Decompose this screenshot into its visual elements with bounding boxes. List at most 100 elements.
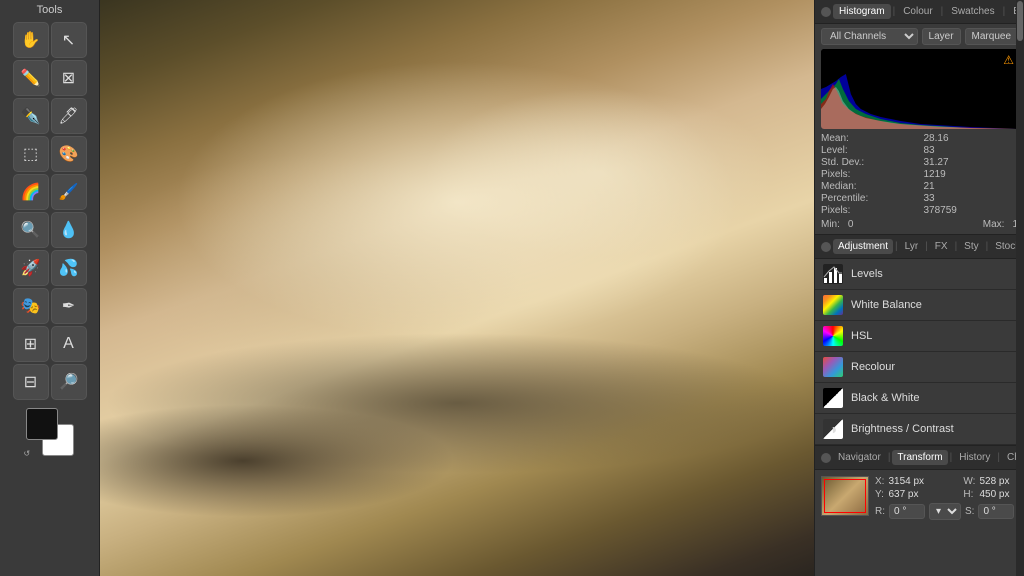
- adj-item-hsl[interactable]: HSL: [815, 321, 1024, 352]
- tool-row: ⊟🔎: [13, 364, 87, 400]
- quill-tool[interactable]: ✒: [51, 288, 87, 324]
- tab-sty[interactable]: Sty: [959, 239, 983, 254]
- x-value: 3154 px: [888, 476, 959, 487]
- median-label: Median:: [821, 181, 916, 192]
- adj-label-levels: Levels: [851, 268, 883, 280]
- adj-icon-brightness: ◑: [823, 419, 843, 439]
- rotation-input[interactable]: [889, 504, 925, 519]
- panel-circle-button[interactable]: [821, 7, 831, 17]
- rotation-select[interactable]: ▾: [929, 503, 961, 520]
- histogram-svg: [821, 49, 1018, 129]
- x-label: X:: [875, 476, 884, 487]
- grid-tool[interactable]: ⊞: [13, 326, 49, 362]
- shear-input[interactable]: [978, 504, 1014, 519]
- tool-row: ⊞A: [13, 326, 87, 362]
- mean-value: 28.16: [924, 133, 1019, 144]
- adj-icon-recolour: [823, 357, 843, 377]
- right-scrollbar[interactable]: [1016, 446, 1024, 576]
- navigator-section: Navigator | Transform | History | Channe…: [815, 446, 1024, 576]
- adj-item-brightness[interactable]: ◑ Brightness / Contrast: [815, 414, 1024, 445]
- thumb-viewport-box: [824, 479, 866, 513]
- brush-tool2[interactable]: 🖊: [51, 98, 87, 134]
- canvas-image: [100, 0, 814, 576]
- tab-colour[interactable]: Colour: [897, 4, 938, 19]
- adj-icon-white-balance: [823, 295, 843, 315]
- adj-label-brightness: Brightness / Contrast: [851, 423, 954, 435]
- adj-circle-button[interactable]: [821, 242, 831, 252]
- pen-tool[interactable]: ✒️: [13, 98, 49, 134]
- tab-navigator[interactable]: Navigator: [833, 450, 886, 465]
- tool-row: ✒️🖊: [13, 98, 87, 134]
- foreground-color-swatch[interactable]: [26, 408, 58, 440]
- brush-tool[interactable]: 🖌️: [51, 174, 87, 210]
- marquee-button[interactable]: Marquee: [965, 28, 1018, 45]
- mesh-tool[interactable]: ⊟: [13, 364, 49, 400]
- adj-icon-levels: [823, 264, 843, 284]
- pixels-value: 1219: [924, 169, 1019, 180]
- channel-select[interactable]: All Channels Luminosity Red Green Blue: [821, 28, 918, 45]
- stddev-label: Std. Dev.:: [821, 157, 916, 168]
- pencil-tool[interactable]: ✏️: [13, 60, 49, 96]
- adjustment-items-list: Levels White Balance HSL Recolour Black & Wh…: [815, 259, 1024, 445]
- histogram-panel-tabs: Histogram | Colour | Swatches | Brushes …: [815, 0, 1024, 24]
- adj-item-white-balance[interactable]: White Balance: [815, 290, 1024, 321]
- adj-label-recolour: Recolour: [851, 361, 895, 373]
- vector-tool[interactable]: 🚀: [13, 250, 49, 286]
- tab-swatches[interactable]: Swatches: [945, 4, 1000, 19]
- toolbar-title: Tools: [37, 4, 63, 16]
- shape-tool[interactable]: 🎭: [13, 288, 49, 324]
- swatch-stack: ↺: [26, 408, 74, 456]
- cloud-overlay: [100, 0, 814, 576]
- adj-icon-hsl: [823, 326, 843, 346]
- adj-item-bw[interactable]: Black & White: [815, 383, 1024, 414]
- histogram-stats: Mean: 28.16 Level: 83 Std. Dev.: 31.27 P…: [821, 133, 1018, 216]
- y-label: Y:: [875, 489, 884, 500]
- tab-lyr[interactable]: Lyr: [900, 239, 924, 254]
- tool-row: ⬚🎨: [13, 136, 87, 172]
- navigator-thumbnail: [821, 476, 869, 516]
- tab-transform[interactable]: Transform: [892, 450, 947, 465]
- selection-tool[interactable]: ⬚: [13, 136, 49, 172]
- tool-row: 🎭✒: [13, 288, 87, 324]
- zoom-tool[interactable]: 🔍: [13, 212, 49, 248]
- tool-row: ✏️⊠: [13, 60, 87, 96]
- cursor-tool[interactable]: ↖: [51, 22, 87, 58]
- tab-adjustment[interactable]: Adjustment: [833, 239, 893, 254]
- water-tool[interactable]: 💦: [51, 250, 87, 286]
- level-value: 83: [924, 145, 1019, 156]
- min-label: Min:: [821, 219, 840, 230]
- histogram-display: ⚠: [821, 49, 1018, 129]
- nav-circle-button[interactable]: [821, 453, 831, 463]
- tab-fx[interactable]: FX: [930, 239, 953, 254]
- histogram-controls: All Channels Luminosity Red Green Blue L…: [821, 28, 1018, 45]
- pixels2-value: 378759: [924, 205, 1019, 216]
- text-tool[interactable]: A: [51, 326, 87, 362]
- canvas-area[interactable]: [100, 0, 814, 576]
- swatch-reset-icon[interactable]: ↺: [24, 449, 31, 458]
- tool-row: 🌈🖌️: [13, 174, 87, 210]
- histogram-warning-icon: ⚠: [1003, 53, 1014, 67]
- min-value: 0: [848, 219, 854, 230]
- s-label: S:: [965, 506, 974, 517]
- dropper-tool[interactable]: 💧: [51, 212, 87, 248]
- gradient-tool[interactable]: 🌈: [13, 174, 49, 210]
- paint-bucket[interactable]: 🎨: [51, 136, 87, 172]
- level-label: Level:: [821, 145, 916, 156]
- magnify-tool[interactable]: 🔎: [51, 364, 87, 400]
- tab-histogram[interactable]: Histogram: [833, 4, 891, 19]
- max-label: Max:: [983, 219, 1005, 230]
- tool-row: ✋↖: [13, 22, 87, 58]
- tool-row: 🚀💦: [13, 250, 87, 286]
- adj-label-hsl: HSL: [851, 330, 872, 342]
- right-panel: Histogram | Colour | Swatches | Brushes …: [814, 0, 1024, 576]
- histogram-minmax: Min: 0 Max: 1: [821, 219, 1018, 230]
- color-swatch-area: ↺: [26, 408, 74, 456]
- hand-tool[interactable]: ✋: [13, 22, 49, 58]
- tab-history[interactable]: History: [954, 450, 995, 465]
- crop-tool[interactable]: ⊠: [51, 60, 87, 96]
- layer-button[interactable]: Layer: [922, 28, 961, 45]
- adj-item-recolour[interactable]: Recolour: [815, 352, 1024, 383]
- adj-item-levels[interactable]: Levels: [815, 259, 1024, 290]
- percentile-label: Percentile:: [821, 193, 916, 204]
- nav-info-area: X: 3154 px W: 528 px Y: 637 px H: 450 px…: [875, 476, 1024, 520]
